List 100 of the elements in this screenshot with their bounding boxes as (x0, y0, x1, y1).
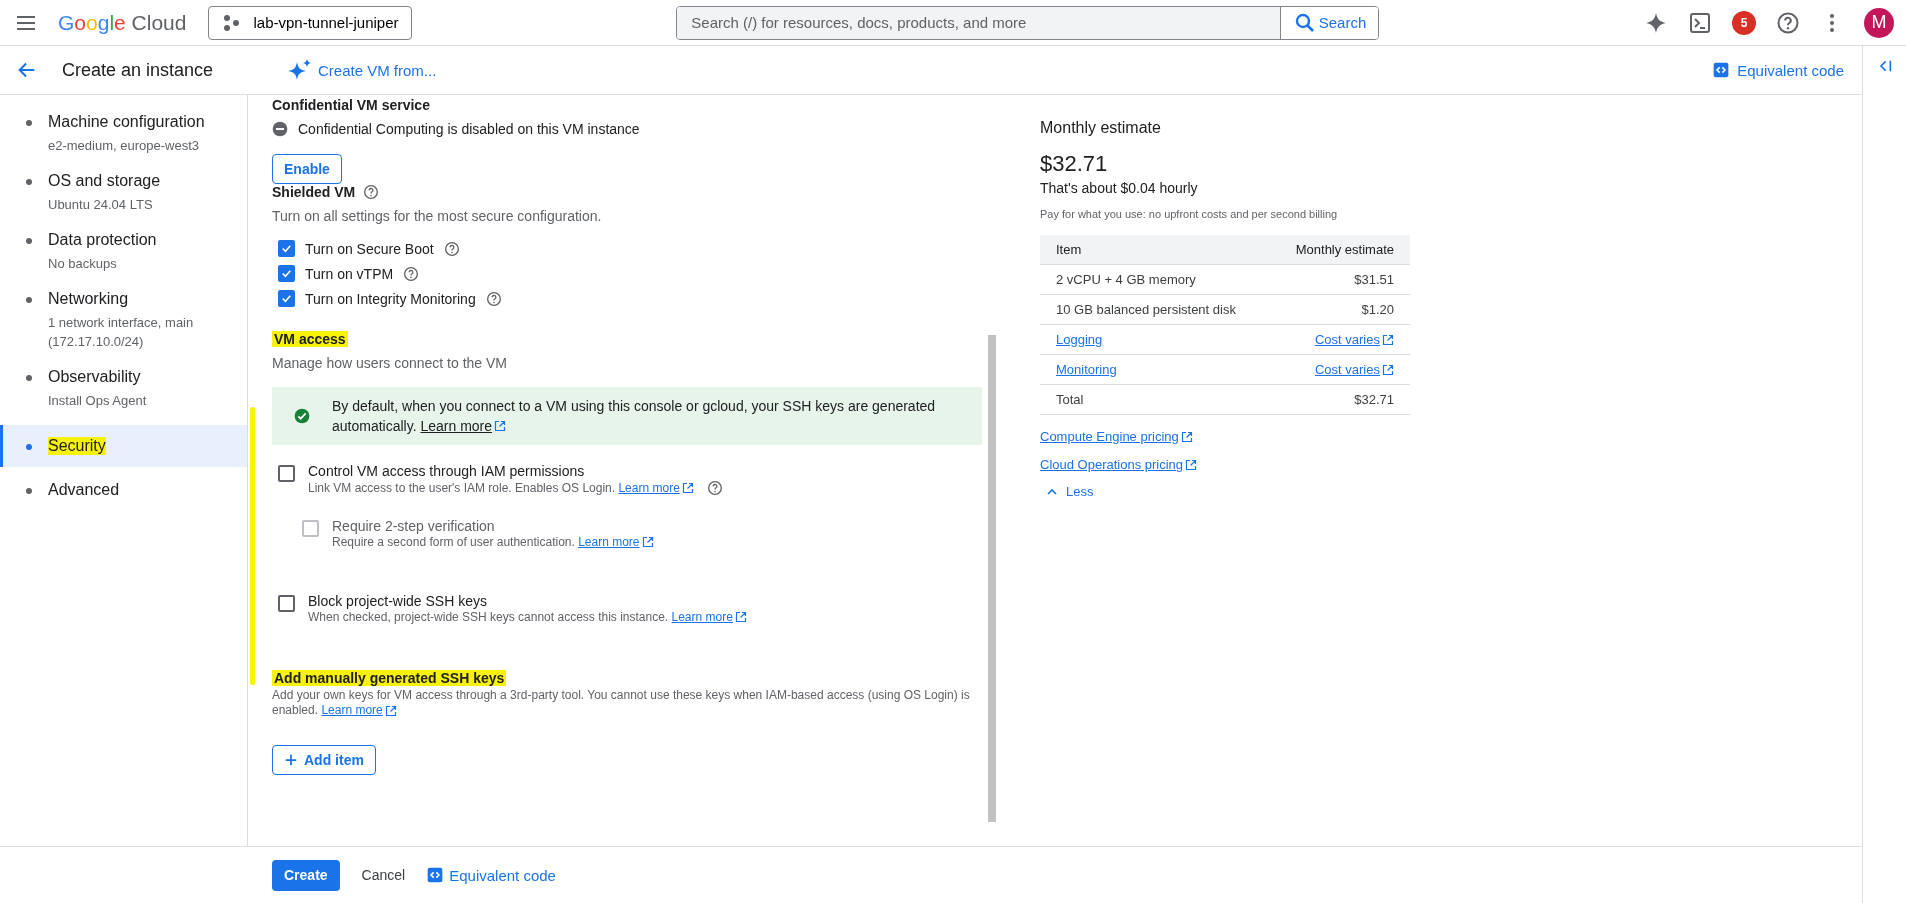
column-header: Monthly estimate (1269, 235, 1410, 265)
checkbox-label: Require 2-step verification (332, 518, 496, 534)
cancel-button[interactable]: Cancel (361, 867, 406, 883)
link[interactable]: Cloud Operations pricing (1040, 457, 1198, 472)
sidebar-item[interactable]: OS and storage Ubuntu 24.04 LTS (0, 164, 247, 223)
sidebar-label: Data protection (48, 231, 158, 249)
option-description: Require a second form of user authentication. Learn more (332, 535, 654, 549)
bullet-icon (26, 488, 32, 494)
search-field[interactable]: Search (/) for resources, docs, products, and more Search (676, 5, 1380, 40)
notification-badge[interactable]: 5 (1732, 10, 1756, 35)
sidebar-item[interactable]: Networking 1 network interface, main (172.17.10.0/24) (0, 282, 247, 360)
column-header: Item (1040, 235, 1270, 265)
external-link-icon (1185, 458, 1198, 471)
sidebar-item[interactable]: Advanced (0, 473, 247, 508)
checkbox-label: Turn on vTPM (305, 265, 394, 282)
sidebar-label: Machine configuration (48, 113, 206, 131)
less-toggle[interactable]: Less (1040, 484, 1094, 499)
link[interactable]: Learn more (420, 416, 507, 436)
help-icon[interactable] (1776, 10, 1800, 35)
create-from-button[interactable]: Create VM from... (288, 58, 437, 82)
link[interactable]: Learn more (671, 610, 747, 624)
link[interactable]: Learn more (321, 703, 397, 718)
sidebar-item[interactable]: Data protection No backups (0, 223, 247, 282)
checkbox[interactable] (278, 595, 295, 612)
help-icon[interactable] (403, 265, 420, 282)
checkbox[interactable] (278, 465, 295, 482)
section-description: Turn on all settings for the most secure configuration. (272, 208, 603, 224)
section-description: Add your own keys for VM access through a 3rd-party tool. You cannot use these keys when IAM-based access (using OS Login) is enabled. Learn more (272, 688, 971, 718)
sidebar-detail: Ubuntu 24.04 LTS (48, 196, 154, 214)
search-button[interactable]: Search (1279, 6, 1379, 39)
code-icon (1713, 62, 1730, 78)
external-link-icon (384, 704, 397, 717)
checkmark-icon (280, 292, 293, 305)
option-description: Link VM access to the user's IAM role. Enables OS Login. Learn more (308, 481, 694, 495)
terminal-icon[interactable] (1688, 10, 1712, 35)
checkbox[interactable] (278, 240, 295, 257)
estimate-total: $32.71 (1040, 151, 1109, 177)
link[interactable]: Monitoring (1056, 362, 1117, 377)
bullet-icon (26, 120, 32, 126)
checkbox-label: Turn on Secure Boot (305, 240, 434, 257)
sidebar-detail: No backups (48, 255, 118, 273)
help-icon[interactable] (706, 480, 723, 496)
checkbox-label: Control VM access through IAM permissions (308, 463, 586, 479)
table-cell: 2 vCPU + 4 GB memory (1040, 264, 1270, 295)
external-link-icon (734, 611, 747, 623)
checkbox[interactable] (278, 290, 295, 307)
enable-button[interactable]: Enable (272, 154, 342, 184)
check-circle-icon (294, 408, 310, 424)
sidebar-item[interactable]: Machine configuration e2-medium, europe-west3 (0, 105, 247, 164)
info-text: By default, when you connect to a VM using this console or gcloud, your SSH keys are generated automatically. Learn more (332, 397, 937, 436)
external-link-icon (641, 536, 654, 548)
section-heading: Add manually generated SSH keys (272, 670, 507, 686)
status-text: Confidential Computing is disabled on this VM instance (298, 121, 640, 137)
external-link-icon (1382, 333, 1394, 346)
page-title: Create an instance (62, 59, 215, 81)
equivalent-code-button[interactable]: Equivalent code (1713, 61, 1844, 79)
link[interactable]: Logging (1056, 332, 1103, 347)
link[interactable]: Cost varies (1314, 332, 1394, 347)
section-heading: Shielded VM (272, 184, 356, 200)
help-icon[interactable] (443, 240, 460, 257)
link[interactable]: Cost varies (1314, 362, 1394, 377)
link[interactable]: Learn more (618, 481, 694, 495)
section-description: Manage how users connect to the VM (272, 355, 509, 371)
option-description: When checked, project-wide SSH keys cannot access this instance. Learn more (308, 610, 747, 624)
product-logo[interactable]: Google Cloud (58, 10, 187, 35)
add-item-button[interactable]: Add item (272, 745, 376, 775)
bullet-icon (26, 238, 32, 244)
link[interactable]: Compute Engine pricing (1040, 429, 1193, 444)
bullet-icon (26, 297, 32, 303)
sidebar-label: OS and storage (48, 172, 162, 190)
sidebar-item[interactable]: Observability Install Ops Agent (0, 360, 247, 419)
help-icon[interactable] (363, 184, 380, 200)
external-link-icon (1180, 430, 1193, 443)
sidebar-detail: e2-medium, europe-west3 (48, 137, 201, 155)
create-button[interactable]: Create (272, 859, 340, 891)
table-cell: $31.51 (1269, 264, 1410, 295)
plus-icon (284, 753, 298, 767)
equivalent-code-button[interactable]: Equivalent code (427, 866, 556, 884)
sidebar-label: Networking (48, 290, 130, 308)
scrollbar[interactable] (988, 335, 996, 822)
bullet-icon (26, 179, 32, 185)
sidebar-label: Security (48, 437, 106, 455)
avatar[interactable]: M (1864, 7, 1894, 38)
bullet-icon (26, 375, 32, 381)
project-selector[interactable]: lab-vpn-tunnel-juniper (208, 5, 412, 40)
external-link-icon (681, 482, 694, 494)
estimate-heading: Monthly estimate (1040, 119, 1162, 137)
table-cell: Total (1040, 384, 1270, 415)
checkmark-icon (280, 242, 293, 255)
sidebar-item[interactable]: Security (0, 425, 247, 467)
checkbox[interactable] (278, 265, 295, 282)
table-cell: $32.71 (1269, 384, 1410, 415)
help-icon[interactable] (485, 290, 502, 307)
code-icon (427, 867, 444, 883)
bullet-icon (26, 444, 32, 450)
checkmark-icon (280, 267, 293, 280)
billing-note: Pay for what you use: no upfront costs and per second billing (1040, 208, 1339, 220)
checkbox-label: Turn on Integrity Monitoring (305, 290, 476, 307)
section-heading: VM access (272, 331, 348, 347)
section-heading: Confidential VM service (272, 97, 430, 113)
